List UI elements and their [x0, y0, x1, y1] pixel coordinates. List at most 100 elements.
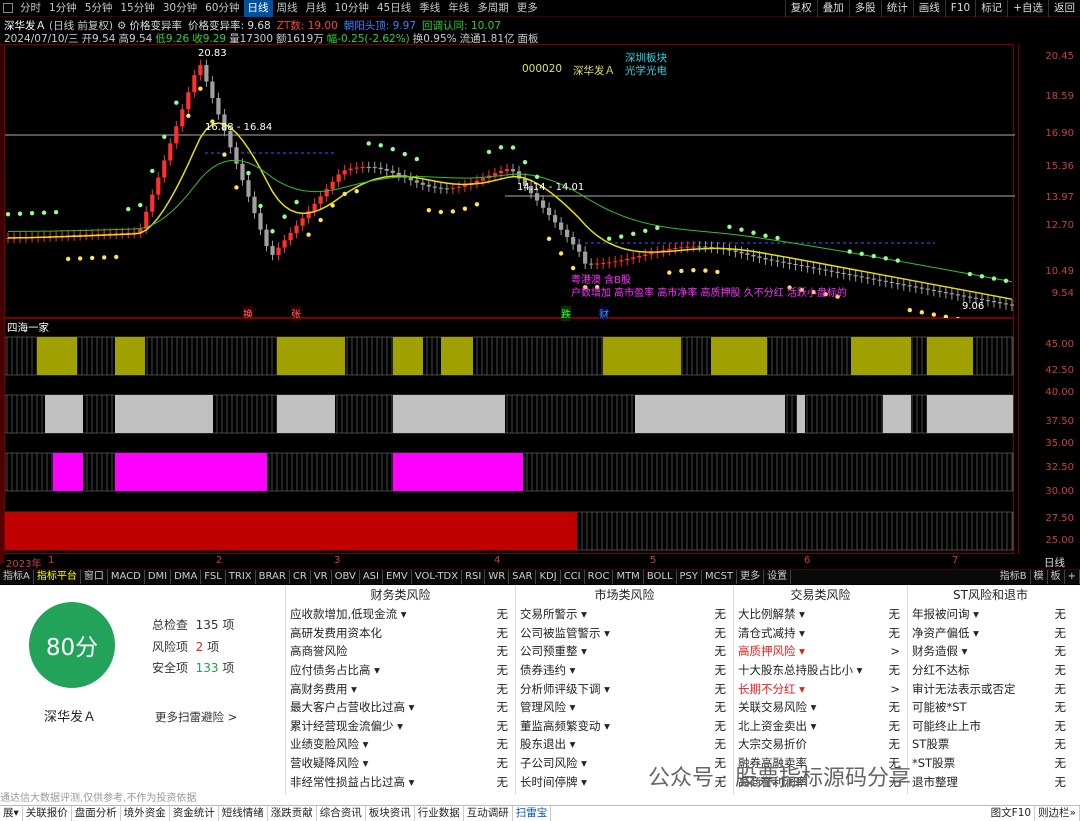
sub-indicator-title[interactable]: 四海一家 [7, 320, 49, 335]
risk-item[interactable]: 长期不分红 ▾ > [734, 679, 907, 698]
risk-item[interactable]: 应收款增加,低现金流 ▾ 无 [286, 605, 515, 624]
risk-item[interactable]: 最大客户占营收比过高 ▾ 无 [286, 698, 515, 717]
tab-emv[interactable]: EMV [383, 570, 412, 584]
risk-item[interactable]: 关联交易风险 ▾ 无 [734, 698, 907, 717]
risk-item[interactable]: 公司被监管警示 ▾ 无 [516, 624, 733, 643]
tab-vr[interactable]: VR [311, 570, 332, 584]
tab-settings[interactable]: 设置 [764, 570, 792, 584]
tab-wr[interactable]: WR [485, 570, 510, 584]
risk-item[interactable]: 北上资金卖出 ▾ 无 [734, 717, 907, 736]
back-button[interactable]: 返回 [1048, 0, 1080, 17]
risk-item[interactable]: 净资产偏低 ▾ 无 [908, 624, 1073, 643]
risk-item[interactable]: 高财务费用 ▾ 无 [286, 679, 515, 698]
tab-1min[interactable]: 1分钟 [45, 0, 81, 17]
risk-item[interactable]: 债券违约 ▾ 无 [516, 661, 733, 680]
add-watchlist-button[interactable]: +自选 [1007, 0, 1048, 17]
risk-item[interactable]: 清仓式减持 ▾ 无 [734, 624, 907, 643]
overlay-button[interactable]: 叠加 [816, 0, 849, 17]
sidebar-toggle[interactable]: 则边栏» [1035, 806, 1080, 821]
risk-item[interactable]: ST股票 无 [908, 735, 1073, 754]
tab-60min[interactable]: 60分钟 [201, 0, 243, 17]
tab-foreign-funds[interactable]: 境外资金 [121, 806, 170, 821]
risk-item[interactable]: 交易所警示 ▾ 无 [516, 605, 733, 624]
tab-asi[interactable]: ASI [360, 570, 383, 584]
tab-fund-stats[interactable]: 资金统计 [170, 806, 219, 821]
tab-rsi[interactable]: RSI [462, 570, 486, 584]
mark-button[interactable]: 标记 [975, 0, 1007, 17]
tab-10min[interactable]: 10分钟 [331, 0, 373, 17]
risk-item[interactable]: 董监高频繁变动 ▾ 无 [516, 717, 733, 736]
tab-indicator-platform[interactable]: 指标平台 [34, 570, 81, 584]
gear-icon[interactable]: ⚙ [117, 20, 126, 32]
tab-trix[interactable]: TRIX [226, 570, 256, 584]
tab-contribution[interactable]: 涨跌贡献 [268, 806, 317, 821]
risk-item[interactable]: 管理风险 ▾ 无 [516, 698, 733, 717]
f10-button[interactable]: F10 [944, 0, 975, 17]
add-window-button[interactable]: + [1065, 570, 1080, 584]
tab-cci[interactable]: CCI [561, 570, 585, 584]
risk-item[interactable]: 分红不达标 无 [908, 661, 1073, 680]
statistics-button[interactable]: 统计 [880, 0, 913, 17]
tab-kdj[interactable]: KDJ [536, 570, 561, 584]
tab-obv[interactable]: OBV [332, 570, 360, 584]
risk-item[interactable]: 年报被问询 ▾ 无 [908, 605, 1073, 624]
risk-item[interactable]: 大比例解禁 ▾ 无 [734, 605, 907, 624]
tab-monthly[interactable]: 月线 [302, 0, 331, 17]
tab-fsl[interactable]: FSL [201, 570, 226, 584]
tab-expand[interactable]: 展▾ [0, 806, 23, 821]
risk-item[interactable]: 高研发费用资本化 无 [286, 624, 515, 643]
risk-item[interactable]: 业绩变脸风险 ▾ 无 [286, 735, 515, 754]
tab-indicator-b[interactable]: 指标B [997, 570, 1031, 584]
tab-sar[interactable]: SAR [509, 570, 537, 584]
tab-minesweeper[interactable]: 扫雷宝 [513, 806, 552, 821]
tab-vol-tdx[interactable]: VOL-TDX [412, 570, 463, 584]
risk-item[interactable]: 非经常性损益占比过高 ▾ 无 [286, 772, 515, 791]
tab-15min[interactable]: 15分钟 [116, 0, 158, 17]
tab-interaction[interactable]: 互动调研 [464, 806, 513, 821]
draw-line-button[interactable]: 画线 [912, 0, 945, 17]
tab-industry-data[interactable]: 行业数据 [415, 806, 464, 821]
tab-roc[interactable]: ROC [585, 570, 614, 584]
risk-item[interactable]: 累计经营现金流偏少 ▾ 无 [286, 717, 515, 736]
tab-more-indicators[interactable]: 更多 [737, 570, 765, 584]
tab-template[interactable]: 模 [1031, 570, 1048, 584]
tab-year[interactable]: 年线 [444, 0, 473, 17]
risk-item[interactable]: 大宗交易折价 无 [734, 735, 907, 754]
risk-item[interactable]: 公司预重整 ▾ 无 [516, 642, 733, 661]
tab-short-sentiment[interactable]: 短线情绪 [219, 806, 268, 821]
tab-dma[interactable]: DMA [171, 570, 202, 584]
tab-quarter[interactable]: 季线 [415, 0, 444, 17]
restore-rights-button[interactable]: 复权 [784, 0, 817, 17]
tab-multi-period[interactable]: 多周期 [473, 0, 513, 17]
tab-indicator-a[interactable]: 指标A [0, 570, 34, 584]
risk-item[interactable]: 高质押风险 ▾ > [734, 642, 907, 661]
tab-more[interactable]: 更多 [513, 0, 542, 17]
risk-item[interactable]: 可能终止上市 无 [908, 717, 1073, 736]
tab-board[interactable]: 板 [1048, 570, 1065, 584]
tab-window[interactable]: 窗口 [81, 570, 108, 584]
tab-cr[interactable]: CR [290, 570, 311, 584]
tab-mtm[interactable]: MTM [613, 570, 644, 584]
f10-graphic-button[interactable]: 图文F10 [988, 806, 1036, 821]
tab-related-quote[interactable]: 关联报价 [23, 806, 72, 821]
main-chart[interactable]: 000020 深华发Ａ 深圳板块 光学光电 20.83 16.88 - 16.8… [4, 44, 1015, 322]
risk-item[interactable]: 高商誉风险 无 [286, 642, 515, 661]
risk-item[interactable]: 分析师评级下调 ▾ 无 [516, 679, 733, 698]
sub-chart[interactable]: 四海一家 [4, 318, 1014, 554]
tab-daily[interactable]: 日线 [243, 0, 273, 17]
more-scan-link[interactable]: 更多扫雷避险 > [155, 709, 237, 725]
risk-item[interactable]: 审计无法表示或否定 无 [908, 679, 1073, 698]
tab-sector-news[interactable]: 板块资讯 [366, 806, 415, 821]
tab-dmi[interactable]: DMI [145, 570, 172, 584]
risk-item[interactable]: 十大股东总持股占比小 ▾ 无 [734, 661, 907, 680]
tab-45day[interactable]: 45日线 [373, 0, 415, 17]
multi-stock-button[interactable]: 多股 [848, 0, 881, 17]
tab-fenshi[interactable]: 分时 [16, 0, 45, 17]
risk-item[interactable]: 财务造假 ▾ 无 [908, 642, 1073, 661]
risk-item[interactable]: *ST股票 无 [908, 754, 1073, 773]
candlestick-chart[interactable] [5, 45, 1015, 322]
tab-mcst[interactable]: MCST [702, 570, 738, 584]
tab-5min[interactable]: 5分钟 [81, 0, 117, 17]
risk-item[interactable]: 应付债务占比高 ▾ 无 [286, 661, 515, 680]
risk-item[interactable]: 退市整理 无 [908, 772, 1073, 791]
